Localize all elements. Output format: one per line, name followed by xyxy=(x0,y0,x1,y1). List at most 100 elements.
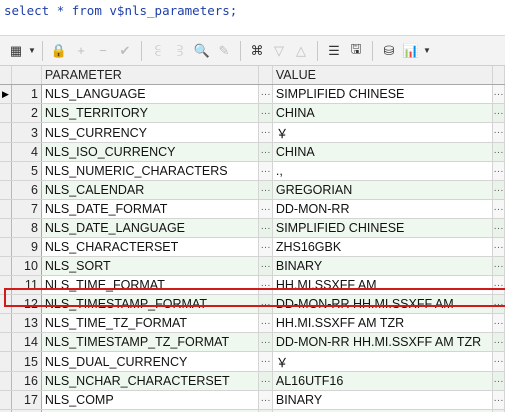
row-number[interactable]: 5 xyxy=(11,161,42,181)
cell-parameter[interactable]: NLS_ISO_CURRENCY xyxy=(41,142,260,162)
cell-value[interactable]: ZHS16GBK xyxy=(272,237,494,257)
cell-editor-button[interactable]: ··· xyxy=(258,84,273,104)
cell-editor-button[interactable]: ··· xyxy=(492,237,505,257)
row-indicator[interactable]: ▶ xyxy=(0,84,12,104)
row-number-header[interactable] xyxy=(11,66,42,85)
cell-editor-button[interactable]: ··· xyxy=(258,294,273,314)
find-icon[interactable]: 🔍 xyxy=(192,41,212,61)
cell-value[interactable]: HH.MI.SSXFF AM xyxy=(272,275,494,295)
cell-editor-button[interactable]: ··· xyxy=(258,142,273,162)
cell-value[interactable]: GREGORIAN xyxy=(272,180,494,200)
cell-value[interactable]: CHINA xyxy=(272,103,494,123)
table-row[interactable]: 15 NLS_DUAL_CURRENCY ··· ￥ ··· xyxy=(0,351,505,372)
cell-value[interactable]: ￥ xyxy=(272,122,494,143)
cell-value[interactable]: DD-MON-RR HH.MI.SSXFF AM TZR xyxy=(272,332,494,352)
sort-asc-icon[interactable]: △ xyxy=(291,41,311,61)
save-icon[interactable]: 🖫 xyxy=(346,41,366,61)
cell-editor-button[interactable]: ··· xyxy=(492,84,505,104)
row-number[interactable]: 10 xyxy=(11,256,42,276)
row-number[interactable]: 1 xyxy=(11,84,42,104)
table-row[interactable]: 14 NLS_TIMESTAMP_TZ_FORMAT ··· DD-MON-RR HH… xyxy=(0,332,505,352)
cell-parameter[interactable]: NLS_CURRENCY xyxy=(41,122,260,143)
cell-editor-button[interactable]: ··· xyxy=(258,313,273,333)
row-indicator[interactable] xyxy=(0,390,12,410)
clear-icon[interactable]: ✎ xyxy=(214,41,234,61)
cell-value[interactable]: CHINA xyxy=(272,142,494,162)
cell-editor-button[interactable]: ··· xyxy=(492,294,505,314)
table-row[interactable]: 9 NLS_CHARACTERSET ··· ZHS16GBK ··· xyxy=(0,237,505,257)
splitter[interactable] xyxy=(0,28,505,36)
table-row[interactable]: 10 NLS_SORT ··· BINARY ··· xyxy=(0,256,505,276)
cell-editor-button[interactable]: ··· xyxy=(492,390,505,410)
chevron-down-icon[interactable]: ▼ xyxy=(423,41,431,61)
cell-editor-button[interactable]: ··· xyxy=(492,256,505,276)
cell-editor-button[interactable]: ··· xyxy=(492,103,505,123)
cell-parameter[interactable]: NLS_NUMERIC_CHARACTERS xyxy=(41,161,260,181)
delete-row-icon[interactable]: − xyxy=(93,41,113,61)
row-number[interactable]: 13 xyxy=(11,313,42,333)
cell-editor-button[interactable]: ··· xyxy=(258,218,273,238)
sql-editor[interactable]: select * from v$nls_parameters; xyxy=(0,0,505,28)
column-header-parameter[interactable]: PARAMETER xyxy=(41,66,260,85)
cell-editor-button[interactable]: ··· xyxy=(492,275,505,295)
row-number[interactable]: 15 xyxy=(11,351,42,372)
chart-icon[interactable]: 📊 xyxy=(401,41,421,61)
cell-value[interactable]: BINARY xyxy=(272,256,494,276)
row-indicator[interactable] xyxy=(0,371,12,391)
cell-editor-button[interactable]: ··· xyxy=(258,122,273,143)
row-indicator[interactable] xyxy=(0,199,12,219)
cell-parameter[interactable]: NLS_COMP xyxy=(41,390,260,410)
column-header-value[interactable]: VALUE xyxy=(272,66,494,85)
cell-value[interactable]: DD-MON-RR HH.MI.SSXFF AM xyxy=(272,294,494,314)
table-row[interactable]: 17 NLS_COMP ··· BINARY ··· xyxy=(0,390,505,410)
cell-editor-button[interactable]: ··· xyxy=(258,332,273,352)
row-number[interactable]: 3 xyxy=(11,122,42,143)
cell-editor-button[interactable]: ··· xyxy=(258,199,273,219)
cell-editor-button[interactable]: ··· xyxy=(258,180,273,200)
cell-editor-button[interactable]: ··· xyxy=(258,103,273,123)
row-number[interactable]: 9 xyxy=(11,237,42,257)
cell-parameter[interactable]: NLS_CALENDAR xyxy=(41,180,260,200)
row-number[interactable]: 8 xyxy=(11,218,42,238)
cell-value[interactable]: AL16UTF16 xyxy=(272,371,494,391)
cell-value[interactable]: SIMPLIFIED CHINESE xyxy=(272,84,494,104)
cell-editor-button[interactable]: ··· xyxy=(492,142,505,162)
row-indicator[interactable] xyxy=(0,122,12,143)
column-header-divider[interactable] xyxy=(492,66,505,85)
cell-parameter[interactable]: NLS_DUAL_CURRENCY xyxy=(41,351,260,372)
cell-editor-button[interactable]: ··· xyxy=(258,161,273,181)
row-indicator[interactable] xyxy=(0,351,12,372)
cell-editor-button[interactable]: ··· xyxy=(492,180,505,200)
cell-editor-button[interactable]: ··· xyxy=(492,351,505,372)
lock-icon[interactable]: 🔒 xyxy=(49,41,69,61)
table-row[interactable]: ▶ 1 NLS_LANGUAGE ··· SIMPLIFIED CHINESE ··· xyxy=(0,84,505,104)
row-indicator[interactable] xyxy=(0,313,12,333)
row-indicator[interactable] xyxy=(0,180,12,200)
cell-parameter[interactable]: NLS_LANGUAGE xyxy=(41,84,260,104)
post-edit-icon[interactable]: ✔ xyxy=(115,41,135,61)
row-indicator[interactable] xyxy=(0,256,12,276)
cell-value[interactable]: SIMPLIFIED CHINESE xyxy=(272,218,494,238)
row-number[interactable]: 14 xyxy=(11,332,42,352)
table-row[interactable]: 13 NLS_TIME_TZ_FORMAT ··· HH.MI.SSXFF AM TZ… xyxy=(0,313,505,333)
cell-editor-button[interactable]: ··· xyxy=(492,161,505,181)
cell-parameter[interactable]: NLS_CHARACTERSET xyxy=(41,237,260,257)
cell-editor-button[interactable]: ··· xyxy=(492,199,505,219)
cell-editor-button[interactable]: ··· xyxy=(258,237,273,257)
cell-value[interactable]: HH.MI.SSXFF AM TZR xyxy=(272,313,494,333)
table-row[interactable]: 8 NLS_DATE_LANGUAGE ··· SIMPLIFIED CHINESE ·… xyxy=(0,218,505,238)
row-indicator[interactable] xyxy=(0,142,12,162)
add-row-icon[interactable]: + xyxy=(71,41,91,61)
cell-parameter[interactable]: NLS_SORT xyxy=(41,256,260,276)
table-row[interactable]: 16 NLS_NCHAR_CHARACTERSET ··· AL16UTF16 ··· xyxy=(0,371,505,391)
table-row[interactable]: 11 NLS_TIME_FORMAT ··· HH.MI.SSXFF AM ··· xyxy=(0,275,505,295)
cell-parameter[interactable]: NLS_TIMESTAMP_FORMAT xyxy=(41,294,260,314)
table-row[interactable]: 12 NLS_TIMESTAMP_FORMAT ··· DD-MON-RR HH.MI… xyxy=(0,294,505,314)
cell-editor-button[interactable]: ··· xyxy=(258,275,273,295)
row-indicator[interactable] xyxy=(0,161,12,181)
table-row[interactable]: 7 NLS_DATE_FORMAT ··· DD-MON-RR ··· xyxy=(0,199,505,219)
cell-value[interactable]: DD-MON-RR xyxy=(272,199,494,219)
grid-menu-icon[interactable]: ▦ xyxy=(6,41,26,61)
cell-parameter[interactable]: NLS_TIME_FORMAT xyxy=(41,275,260,295)
export-icon[interactable]: ⛁ xyxy=(379,41,399,61)
